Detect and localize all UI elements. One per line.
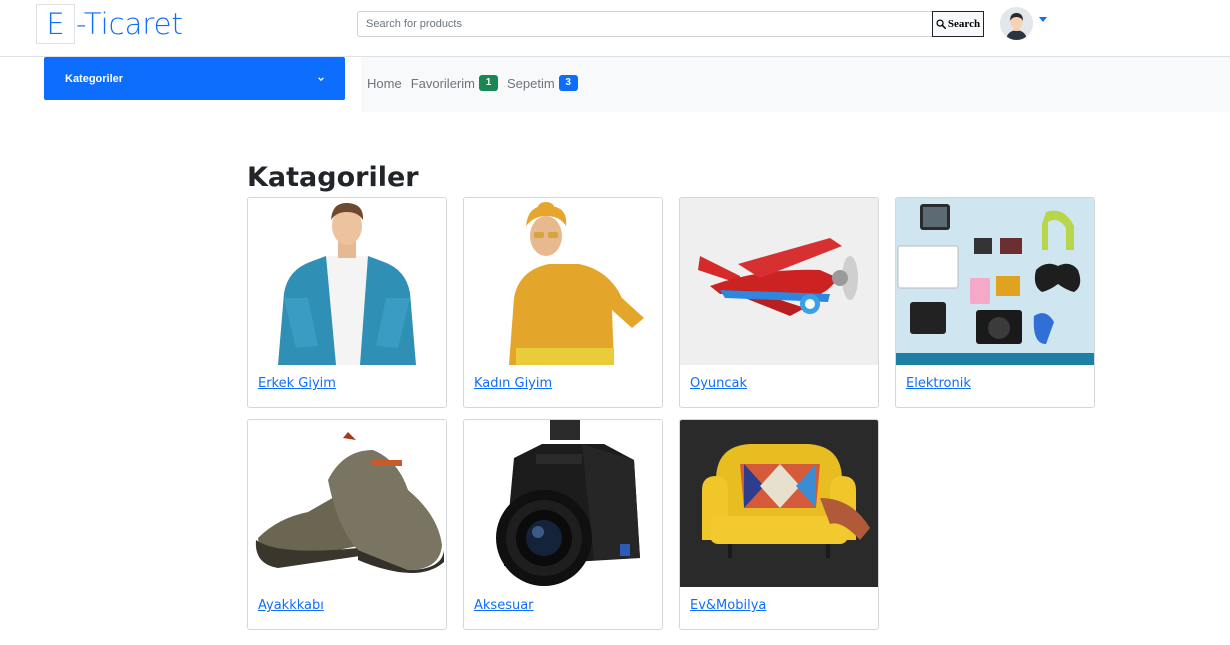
site-logo[interactable]: E -Ticaret — [36, 4, 183, 44]
category-link[interactable]: Elektronik — [906, 376, 971, 391]
nav-link-home[interactable]: Home — [367, 76, 402, 91]
category-image — [896, 198, 1094, 365]
category-card-ayakkabi[interactable]: Ayakkkabı — [247, 419, 447, 630]
search-form: Search — [357, 11, 984, 37]
logo-letter: E — [36, 4, 75, 44]
cart-count-badge: 3 — [558, 75, 578, 91]
category-link[interactable]: Kadın Giyim — [474, 376, 552, 391]
nav-link-label: Sepetim — [506, 75, 555, 91]
search-button-label: Search — [947, 18, 981, 30]
category-link[interactable]: Ev&Mobilya — [690, 598, 766, 613]
header: E -Ticaret Search — [0, 0, 1230, 57]
nav-link-label: Home — [367, 75, 402, 91]
category-link[interactable]: Ayakkkabı — [258, 598, 324, 613]
category-link[interactable]: Oyuncak — [690, 376, 747, 391]
category-image — [680, 420, 878, 587]
category-card-erkek-giyim[interactable]: Erkek Giyim — [247, 197, 447, 408]
search-button[interactable]: Search — [932, 11, 984, 37]
category-card-kadin-giyim[interactable]: Kadın Giyim — [463, 197, 663, 408]
category-image — [680, 198, 878, 365]
chevron-down-icon — [318, 76, 324, 81]
nav-link-favorites[interactable]: Favorilerim 1 — [411, 75, 498, 91]
category-card-oyuncak[interactable]: Oyuncak — [679, 197, 879, 408]
category-link[interactable]: Aksesuar — [474, 598, 534, 613]
nav-links: Home Favorilerim 1 Sepetim 3 — [367, 75, 578, 91]
search-input[interactable] — [357, 11, 932, 37]
category-image — [464, 198, 662, 365]
categories-dropdown[interactable]: Kategoriler — [44, 57, 345, 100]
favorites-count-badge: 1 — [478, 75, 498, 91]
category-card-elektronik[interactable]: Elektronik — [895, 197, 1095, 408]
category-image — [248, 198, 446, 365]
category-card-aksesuar[interactable]: Aksesuar — [463, 419, 663, 630]
search-icon — [936, 19, 946, 29]
caret-down-icon — [1039, 17, 1047, 22]
category-image — [248, 420, 446, 587]
category-link[interactable]: Erkek Giyim — [258, 376, 336, 391]
nav-link-label: Favorilerim — [410, 75, 475, 91]
page-title: Katagoriler — [247, 162, 419, 193]
categories-dropdown-label: Kategoriler — [65, 72, 124, 85]
category-card-ev-mobilya[interactable]: Ev&Mobilya — [679, 419, 879, 630]
logo-text: -Ticaret — [76, 7, 183, 41]
avatar — [1000, 7, 1033, 40]
user-menu[interactable] — [1000, 7, 1047, 40]
nav-link-cart[interactable]: Sepetim 3 — [507, 75, 578, 91]
category-image — [464, 420, 662, 587]
